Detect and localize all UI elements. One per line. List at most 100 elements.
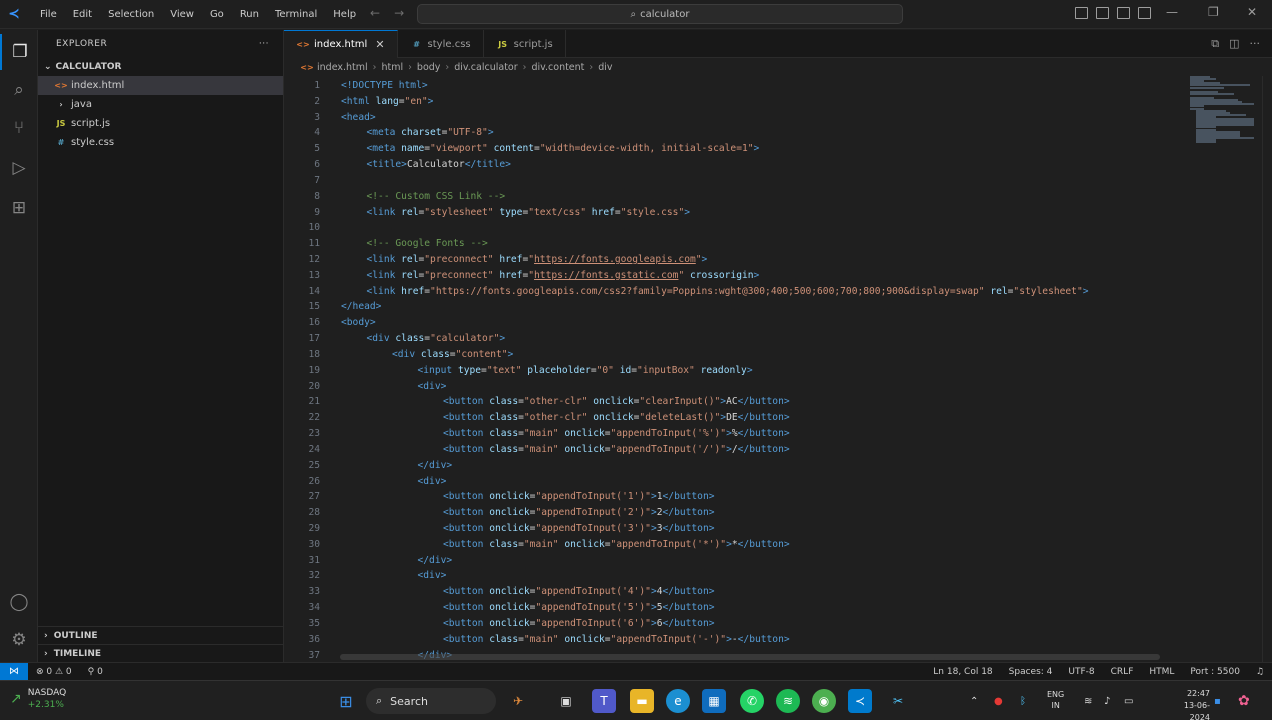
menu-run[interactable]: Run [232,0,267,29]
explorer-icon[interactable]: ❐ [0,34,38,70]
code-line[interactable]: 18 <div class="content"> [284,347,1272,363]
account-icon[interactable]: ◯ [0,584,38,620]
menu-edit[interactable]: Edit [65,0,100,29]
cursor-position[interactable]: Ln 18, Col 18 [925,667,1000,677]
tray-bluetooth-icon[interactable]: ᛒ [1020,681,1026,720]
tab-index-html[interactable]: <> index.html ✕ [284,30,398,58]
tab-style-css[interactable]: # style.css [398,30,484,58]
tray-app-icon[interactable]: ● [994,681,1003,720]
edge-browser-icon[interactable]: e [666,689,690,713]
breadcrumb-item[interactable]: div [598,62,612,73]
remote-indicator-icon[interactable]: ⋈ [0,662,28,681]
outline-section[interactable]: › OUTLINE [38,626,284,644]
file-explorer-icon[interactable]: ▬ [630,689,654,713]
tab-script-js[interactable]: JS script.js [484,30,566,58]
code-line[interactable]: 23 <button class="main" onclick="appendTo… [284,426,1272,442]
encoding[interactable]: UTF-8 [1060,667,1102,677]
code-line[interactable]: 35 <button onclick="appendToInput('6')">6… [284,616,1272,632]
code-line[interactable]: 17 <div class="calculator"> [284,331,1272,347]
settings-gear-icon[interactable]: ⚙ [0,622,38,658]
input-language[interactable]: ENG IN [1047,689,1064,711]
folder-calculator[interactable]: ⌄ CALCULATOR [38,58,283,76]
timeline-section[interactable]: › TIMELINE [38,644,284,662]
chrome-icon[interactable]: ◉ [812,689,836,713]
code-line[interactable]: 10 [284,220,1272,236]
code-line[interactable]: 5 <meta name="viewport" content="width=de… [284,141,1272,157]
code-line[interactable]: 34 <button onclick="appendToInput('5')">5… [284,600,1272,616]
code-line[interactable]: 13 <link rel="preconnect" href="https://f… [284,268,1272,284]
breadcrumb-item[interactable]: div.calculator [454,62,517,73]
menu-file[interactable]: File [32,0,65,29]
breadcrumb-item[interactable]: html [381,62,403,73]
code-line[interactable]: 9 <link rel="stylesheet" type="text/css" … [284,205,1272,221]
code-line[interactable]: 7 [284,173,1272,189]
code-line[interactable]: 4 <meta charset="UTF-8"> [284,125,1272,141]
file-item-index-html[interactable]: <> index.html [38,76,283,95]
copilot-icon[interactable]: ✿ [1238,681,1250,720]
notification-icon[interactable]: ▪ [1214,681,1221,720]
customize-layout-icon[interactable] [1138,7,1151,19]
run-debug-icon[interactable]: ▷ [0,150,38,186]
minimize-icon[interactable]: — [1166,5,1178,19]
close-tab-icon[interactable]: ✕ [375,38,384,51]
tray-chevron-up-icon[interactable]: ⌃ [970,681,978,720]
code-line[interactable]: 36 <button class="main" onclick="appendTo… [284,632,1272,648]
maximize-icon[interactable]: ❐ [1208,5,1219,19]
volume-icon[interactable]: ♪ [1104,681,1110,720]
language-mode[interactable]: HTML [1141,667,1182,677]
code-line[interactable]: 33 <button onclick="appendToInput('4')">4… [284,584,1272,600]
forward-arrow-icon[interactable]: → [394,6,404,20]
breadcrumb-item[interactable]: body [417,62,441,73]
toggle-secondary-sidebar-icon[interactable] [1117,7,1130,19]
minimap[interactable] [1186,76,1260,146]
menu-selection[interactable]: Selection [100,0,162,29]
wifi-icon[interactable]: ≋ [1084,681,1092,720]
code-line[interactable]: 3 <head> [284,110,1272,126]
code-line[interactable]: 30 <button class="main" onclick="appendTo… [284,537,1272,553]
menu-view[interactable]: View [162,0,202,29]
toggle-sidebar-icon[interactable] [1075,7,1088,19]
vscode-taskbar-icon[interactable]: ≺ [848,689,872,713]
code-line[interactable]: 26 <div> [284,474,1272,490]
widget-bird-icon[interactable]: ✈ [506,689,530,713]
code-line[interactable]: 21 <button class="other-clr" onclick="cle… [284,394,1272,410]
menu-help[interactable]: Help [325,0,364,29]
command-center-search[interactable]: ⌕ calculator [417,4,903,24]
code-editor[interactable]: 1 <!DOCTYPE html> 2 <html lang="en"> 3 <head>… [284,76,1272,662]
code-line[interactable]: 1 <!DOCTYPE html> [284,78,1272,94]
code-line[interactable]: 15 </head> [284,299,1272,315]
code-line[interactable]: 20 <div> [284,379,1272,395]
code-line[interactable]: 24 <button class="main" onclick="appendTo… [284,442,1272,458]
extensions-icon[interactable]: ⊞ [0,190,38,226]
file-item-style-css[interactable]: # style.css [38,133,283,152]
windows-start-icon[interactable]: ⊞ [334,689,358,713]
whatsapp-icon[interactable]: ✆ [740,689,764,713]
code-line[interactable]: 6 <title>Calculator</title> [284,157,1272,173]
split-editor-icon[interactable]: ◫ [1229,37,1239,51]
spotify-icon[interactable]: ≋ [776,689,800,713]
back-arrow-icon[interactable]: ← [370,6,380,20]
ports-indicator[interactable]: ⚲ 0 [80,667,111,677]
source-control-icon[interactable]: ⑂ [0,110,38,146]
live-server-port[interactable]: Port : 5500 [1182,667,1248,677]
menu-terminal[interactable]: Terminal [267,0,325,29]
code-line[interactable]: 31 </div> [284,553,1272,569]
code-line[interactable]: 14 <link href="https://fonts.googleapis.c… [284,284,1272,300]
teams-icon[interactable]: T [592,689,616,713]
code-line[interactable]: 25 </div> [284,458,1272,474]
indentation[interactable]: Spaces: 4 [1001,667,1061,677]
more-actions-icon[interactable]: ··· [259,39,269,49]
close-window-icon[interactable]: ✕ [1247,5,1257,19]
code-line[interactable]: 22 <button class="other-clr" onclick="del… [284,410,1272,426]
code-line[interactable]: 27 <button onclick="appendToInput('1')">1… [284,489,1272,505]
menu-go[interactable]: Go [202,0,232,29]
code-line[interactable]: 29 <button onclick="appendToInput('3')">3… [284,521,1272,537]
code-line[interactable]: 19 <input type="text" placeholder="0" id=… [284,363,1272,379]
open-preview-icon[interactable]: ⧉ [1211,37,1219,51]
toggle-panel-icon[interactable] [1096,7,1109,19]
code-line[interactable]: 32 <div> [284,568,1272,584]
notifications-bell-icon[interactable]: ♫ [1248,667,1272,677]
code-line[interactable]: 2 <html lang="en"> [284,94,1272,110]
code-line[interactable]: 11 <!-- Google Fonts --> [284,236,1272,252]
line-endings[interactable]: CRLF [1103,667,1142,677]
